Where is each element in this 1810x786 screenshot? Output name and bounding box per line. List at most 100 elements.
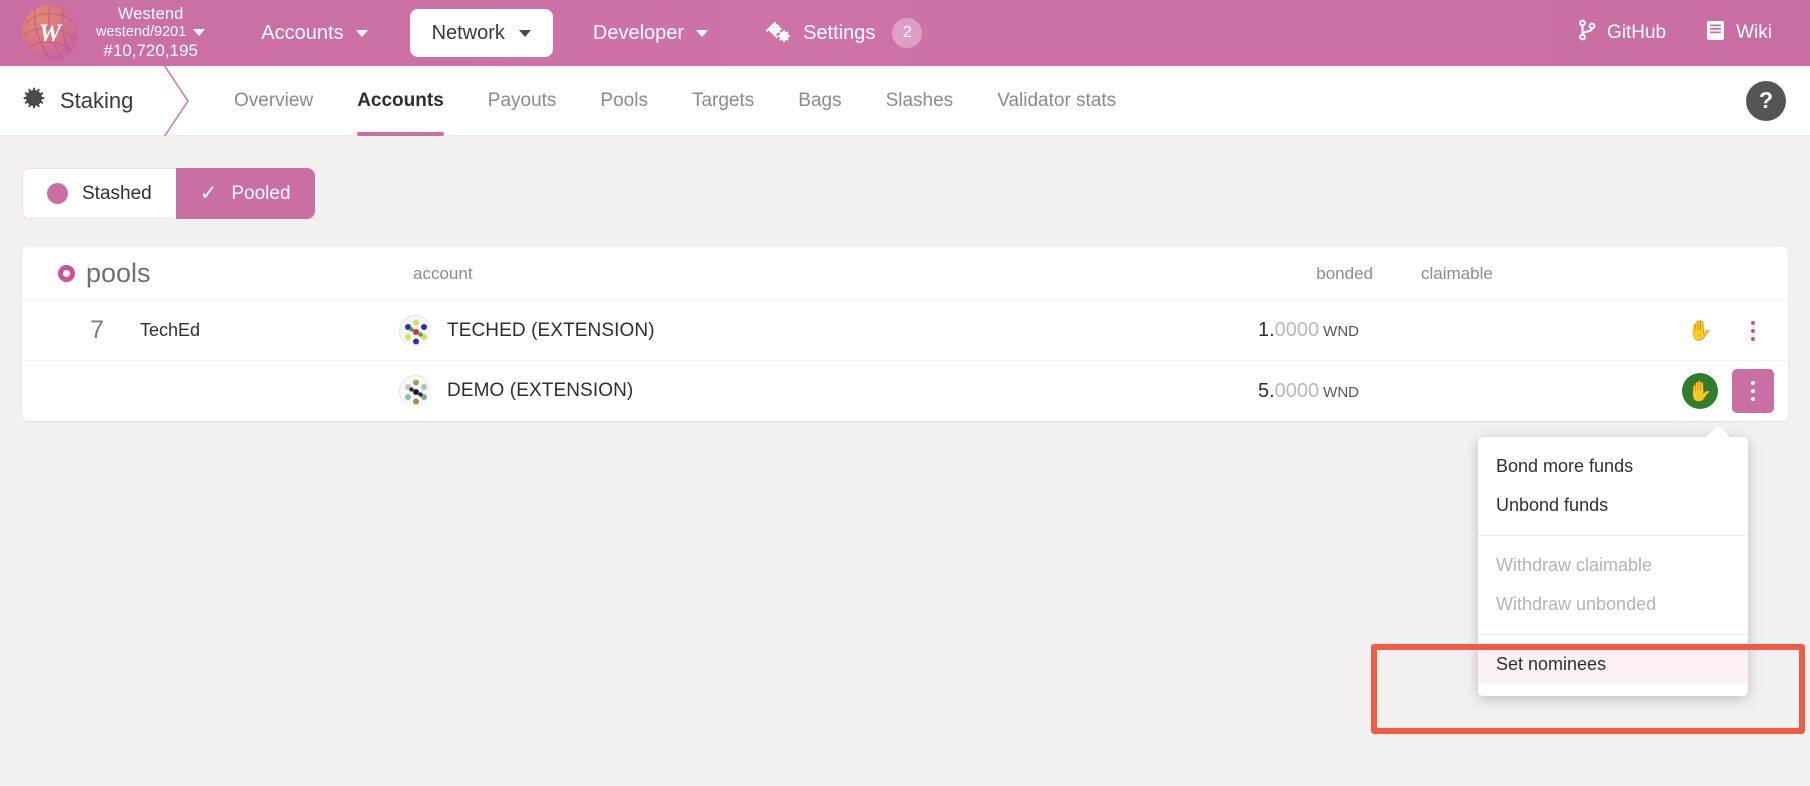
tab-accounts[interactable]: Accounts <box>335 66 466 136</box>
kebab-menu-icon[interactable] <box>1732 309 1774 353</box>
tab-pools-label: Pools <box>600 90 648 112</box>
circle-icon <box>47 183 68 204</box>
tab-pools[interactable]: Pools <box>578 66 670 136</box>
toggle-pooled[interactable]: ✓ Pooled <box>176 168 315 219</box>
menu-item-bond-more-funds[interactable]: Bond more funds <box>1478 447 1748 486</box>
section-title-label: Staking <box>60 88 133 114</box>
bonded-decimals: 0000 <box>1275 319 1320 341</box>
chevron-down-icon <box>356 30 368 37</box>
nav-developer-label: Developer <box>593 22 684 45</box>
toggle-stashed-label: Stashed <box>82 183 152 205</box>
link-github-label: GitHub <box>1607 22 1666 44</box>
gear-burst-icon <box>22 86 46 116</box>
account-label: DEMO (EXTENSION) <box>447 380 633 402</box>
header-links: GitHub Wiki <box>1578 19 1772 47</box>
link-github[interactable]: GitHub <box>1578 19 1666 47</box>
nav-accounts-label: Accounts <box>261 22 343 45</box>
row-actions: ✋ <box>1682 369 1788 413</box>
check-icon: ✓ <box>200 183 218 204</box>
pools-table: pools account bonded claimable 7 TechEd <box>22 247 1788 421</box>
identicon <box>399 375 431 407</box>
menu-separator <box>1478 535 1748 536</box>
menu-item-withdraw-unbonded: Withdraw unbonded <box>1478 585 1748 624</box>
pool-name: TechEd <box>118 320 399 341</box>
account-cell: DEMO (EXTENSION) <box>399 375 1129 407</box>
chain-version: westend/9201 <box>96 24 186 41</box>
gear-icon <box>766 22 792 44</box>
git-branch-icon <box>1578 19 1596 47</box>
account-cell: TECHED (EXTENSION) <box>399 315 1129 347</box>
tab-targets-label: Targets <box>692 90 754 112</box>
app-root: W Westend westend/9201 #10,720,195 Accou… <box>0 0 1810 786</box>
chain-info[interactable]: Westend westend/9201 #10,720,195 <box>96 5 205 62</box>
bonded-amount: 1.0000WND <box>1129 319 1359 342</box>
account-label: TECHED (EXTENSION) <box>447 320 655 342</box>
tab-bags[interactable]: Bags <box>776 66 863 136</box>
chevron-down-icon[interactable] <box>193 29 205 36</box>
tab-overview-label: Overview <box>234 90 313 112</box>
help-button[interactable]: ? <box>1746 81 1786 121</box>
hand-icon[interactable]: ✋ <box>1682 373 1718 409</box>
menu-item-unbond-funds[interactable]: Unbond funds <box>1478 486 1748 525</box>
question-mark-icon: ? <box>1759 87 1773 114</box>
column-header-account: account <box>413 264 1143 284</box>
column-header-claimable: claimable <box>1373 264 1603 284</box>
menu-item-set-nominees[interactable]: Set nominees <box>1478 645 1748 684</box>
row-context-menu: Bond more funds Unbond funds Withdraw cl… <box>1478 437 1748 696</box>
nav-network[interactable]: Network <box>410 9 553 57</box>
tab-bags-label: Bags <box>798 90 841 112</box>
nav-network-label: Network <box>432 22 505 45</box>
column-header-bonded: bonded <box>1143 264 1373 284</box>
tab-slashes[interactable]: Slashes <box>864 66 976 136</box>
menu-item-withdraw-claimable: Withdraw claimable <box>1478 546 1748 585</box>
tab-targets[interactable]: Targets <box>670 66 776 136</box>
section-tab-bar: Staking Overview Accounts Payouts Pools … <box>0 66 1810 136</box>
tab-accounts-label: Accounts <box>357 90 444 112</box>
chain-version-row[interactable]: westend/9201 <box>96 24 205 41</box>
settings-badge: 2 <box>892 18 922 48</box>
tab-overview[interactable]: Overview <box>212 66 335 136</box>
bonded-integer: 5. <box>1258 380 1275 402</box>
tab-list: Overview Accounts Payouts Pools Targets … <box>212 66 1138 136</box>
hand-icon: ✋ <box>1682 313 1718 349</box>
table-row[interactable]: DEMO (EXTENSION) 5.0000WND ✋ <box>22 361 1788 421</box>
link-wiki[interactable]: Wiki <box>1706 20 1772 47</box>
toggle-pooled-label: Pooled <box>231 183 290 205</box>
bonded-unit: WND <box>1323 384 1359 401</box>
tab-validator-stats-label: Validator stats <box>997 90 1116 112</box>
bonded-unit: WND <box>1323 323 1359 340</box>
column-header-pools: pools <box>58 258 413 289</box>
ring-icon <box>58 265 75 282</box>
app-logo[interactable]: W <box>22 5 78 61</box>
chevron-down-icon <box>696 30 708 37</box>
nav-settings-label: Settings <box>803 22 875 45</box>
table-header-row: pools account bonded claimable <box>22 247 1788 301</box>
kebab-menu-icon[interactable] <box>1732 369 1774 413</box>
tab-validator-stats[interactable]: Validator stats <box>975 66 1138 136</box>
tab-slashes-label: Slashes <box>886 90 954 112</box>
tab-payouts-label: Payouts <box>488 90 557 112</box>
row-actions: ✋ <box>1682 309 1788 353</box>
bonded-integer: 1. <box>1258 319 1275 341</box>
pool-index: 7 <box>58 316 118 345</box>
nav-developer[interactable]: Developer <box>589 22 712 45</box>
toggle-stashed[interactable]: Stashed <box>22 168 176 219</box>
chevron-down-icon <box>519 30 531 37</box>
account-type-toggle: Stashed ✓ Pooled <box>22 168 315 219</box>
nav-settings[interactable]: Settings 2 <box>762 18 926 48</box>
link-wiki-label: Wiki <box>1736 22 1772 44</box>
chain-block-number: #10,720,195 <box>103 41 198 61</box>
section-title: Staking <box>22 86 150 116</box>
breadcrumb-chevron <box>154 66 200 136</box>
table-row[interactable]: 7 TechEd <box>22 301 1788 361</box>
identicon <box>399 315 431 347</box>
tab-payouts[interactable]: Payouts <box>466 66 579 136</box>
column-header-pools-label: pools <box>86 258 151 289</box>
logo-letter: W <box>39 21 61 46</box>
book-icon <box>1706 20 1725 47</box>
bonded-decimals: 0000 <box>1275 380 1320 402</box>
bonded-amount: 5.0000WND <box>1129 380 1359 403</box>
top-navigation-bar: W Westend westend/9201 #10,720,195 Accou… <box>0 0 1810 66</box>
nav-accounts[interactable]: Accounts <box>257 22 371 45</box>
chain-name: Westend <box>118 5 184 24</box>
